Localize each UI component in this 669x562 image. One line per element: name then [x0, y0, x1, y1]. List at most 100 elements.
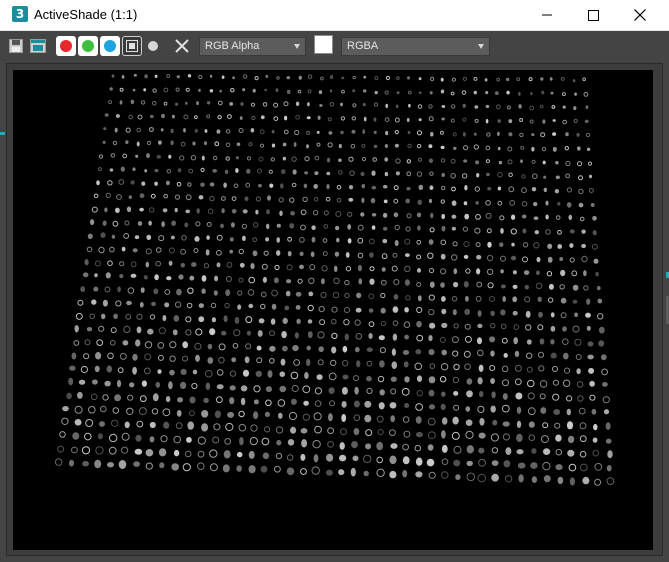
red-channel-icon	[60, 40, 72, 52]
render-dot	[366, 376, 372, 382]
render-dot	[476, 268, 481, 275]
render-dot	[404, 376, 410, 383]
render-dot	[116, 379, 122, 388]
render-dot	[404, 265, 411, 273]
render-dot	[312, 210, 319, 216]
clone-window-icon[interactable]	[30, 39, 46, 53]
render-dot	[407, 76, 410, 80]
render-dot	[286, 467, 295, 476]
render-dot	[92, 379, 98, 385]
render-dot	[96, 180, 100, 186]
render-dot	[279, 385, 287, 393]
render-dot	[384, 171, 389, 177]
monochrome-button[interactable]	[122, 36, 142, 56]
render-dot	[369, 252, 374, 258]
render-dot	[361, 157, 367, 162]
render-dot	[374, 76, 379, 81]
render-dot	[415, 431, 423, 438]
title-bar[interactable]: 3 ActiveShade (1:1)	[0, 0, 669, 31]
render-dot	[510, 228, 517, 235]
render-dot	[560, 297, 567, 304]
red-channel-button[interactable]	[56, 36, 76, 56]
render-dot	[146, 153, 150, 159]
render-dot	[306, 345, 311, 351]
close-icon	[634, 9, 646, 21]
render-dot	[347, 224, 352, 230]
render-dot	[219, 89, 222, 93]
render-dot	[115, 114, 120, 118]
render-dot	[255, 196, 261, 202]
render-dot	[318, 90, 323, 95]
render-dot	[137, 221, 143, 226]
render-dot	[244, 196, 249, 202]
render-dot	[68, 377, 74, 386]
render-dot	[207, 357, 214, 364]
render-dot	[182, 463, 191, 472]
render-dot	[198, 303, 204, 308]
blue-channel-button[interactable]	[100, 36, 120, 56]
render-dot	[568, 214, 573, 221]
background-color-swatch[interactable]	[314, 35, 333, 54]
maximize-button[interactable]	[570, 0, 616, 30]
render-dot	[441, 391, 446, 397]
render-dot	[235, 168, 239, 173]
render-dot	[180, 262, 185, 268]
render-dot	[93, 193, 99, 199]
render-dot	[185, 209, 190, 214]
render-dot	[402, 470, 408, 478]
render-dot	[94, 459, 102, 469]
render-dot	[147, 328, 154, 335]
render-dot	[566, 408, 571, 416]
render-dot	[379, 360, 385, 368]
close-button[interactable]	[617, 0, 663, 30]
render-dot	[276, 250, 281, 256]
render-dot	[340, 116, 346, 121]
render-dot	[354, 386, 359, 395]
render-dot	[579, 422, 587, 430]
render-dot	[145, 449, 154, 457]
render-dot	[361, 184, 365, 189]
chevron-down-icon	[478, 44, 484, 49]
render-dot	[269, 358, 275, 364]
render-dot	[415, 416, 422, 424]
chevron-down-icon	[294, 44, 300, 49]
render-dot	[475, 242, 481, 248]
render-dot	[539, 338, 545, 345]
render-dot	[327, 427, 335, 435]
render-dot	[323, 210, 329, 216]
channel-select[interactable]: RGB Alpha	[199, 37, 306, 56]
green-channel-button[interactable]	[78, 36, 98, 56]
render-dot	[265, 386, 272, 393]
render-dot	[417, 295, 422, 302]
render-dot	[586, 325, 591, 331]
render-dot	[342, 345, 348, 353]
render-dot	[286, 454, 294, 461]
render-dot	[321, 278, 325, 285]
render-dot	[395, 171, 400, 176]
render-dot	[531, 146, 535, 152]
render-dot	[329, 89, 333, 93]
save-icon[interactable]	[9, 39, 23, 53]
render-dot	[603, 409, 610, 415]
render-dot	[328, 131, 333, 135]
render-dot	[545, 214, 549, 220]
render-dot	[176, 288, 182, 296]
render-dot	[416, 320, 422, 328]
render-dot	[133, 73, 137, 77]
render-dot	[275, 452, 283, 460]
render-dot	[394, 240, 399, 247]
render-dot	[348, 185, 354, 190]
clear-icon[interactable]	[175, 39, 189, 53]
render-dot	[505, 447, 512, 455]
render-dot	[452, 350, 459, 357]
render-dot	[562, 105, 566, 109]
minimize-button[interactable]	[524, 0, 570, 30]
render-dot	[160, 128, 164, 132]
display-select[interactable]: RGBA	[341, 37, 490, 56]
display-alpha-icon[interactable]	[147, 40, 159, 52]
render-dot	[335, 211, 342, 217]
render-dot	[110, 327, 117, 334]
render-dot	[477, 323, 483, 329]
render-dot	[172, 329, 178, 336]
render-dot	[71, 446, 78, 454]
